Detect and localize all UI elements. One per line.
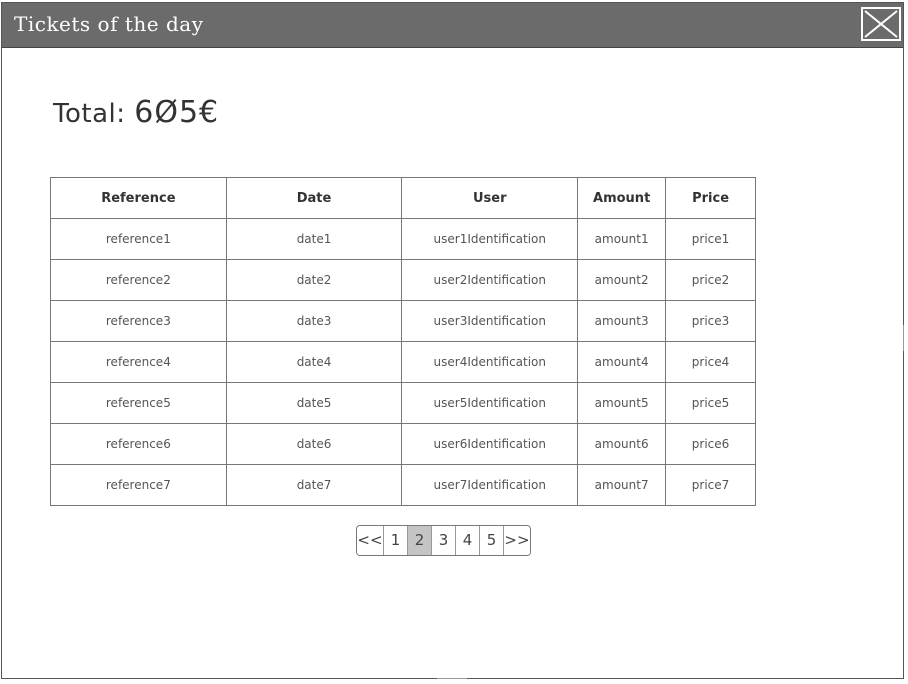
cell-amount: amount6 bbox=[577, 423, 667, 465]
cell-amount: amount7 bbox=[577, 464, 667, 506]
close-button[interactable] bbox=[861, 7, 901, 41]
table-header-row: Reference Date User Amount Price bbox=[50, 177, 756, 219]
cell-user: user4Identification bbox=[401, 341, 579, 383]
cell-price: price6 bbox=[665, 423, 756, 465]
cell-user: user7Identification bbox=[401, 464, 579, 506]
column-header-reference[interactable]: Reference bbox=[50, 177, 227, 219]
cell-user: user6Identification bbox=[401, 423, 579, 465]
cell-date: date4 bbox=[225, 341, 403, 383]
table-row[interactable]: reference2 date2 user2Identification amo… bbox=[50, 259, 756, 301]
cell-date: date5 bbox=[225, 382, 403, 424]
cell-reference: reference7 bbox=[50, 464, 227, 506]
table-row[interactable]: reference6 date6 user6Identification amo… bbox=[50, 423, 756, 465]
resize-handle-right[interactable] bbox=[903, 325, 908, 351]
cell-reference: reference3 bbox=[50, 300, 227, 342]
column-header-amount[interactable]: Amount bbox=[577, 177, 667, 219]
total-value: 6Ø5€ bbox=[134, 95, 220, 130]
cell-price: price1 bbox=[665, 218, 756, 260]
tickets-table: Reference Date User Amount Price referen… bbox=[50, 177, 756, 506]
pagination-page-2[interactable]: 2 bbox=[408, 526, 432, 555]
cell-price: price4 bbox=[665, 341, 756, 383]
cell-reference: reference2 bbox=[50, 259, 227, 301]
cell-price: price5 bbox=[665, 382, 756, 424]
column-header-user[interactable]: User bbox=[401, 177, 579, 219]
cell-user: user1Identification bbox=[401, 218, 579, 260]
cell-reference: reference1 bbox=[50, 218, 227, 260]
cell-date: date1 bbox=[225, 218, 403, 260]
pagination-page-5[interactable]: 5 bbox=[480, 526, 504, 555]
cell-date: date6 bbox=[225, 423, 403, 465]
cell-amount: amount4 bbox=[577, 341, 667, 383]
cell-reference: reference4 bbox=[50, 341, 227, 383]
cell-user: user3Identification bbox=[401, 300, 579, 342]
pagination: << 1 2 3 4 5 >> bbox=[356, 525, 531, 556]
pagination-page-3[interactable]: 3 bbox=[432, 526, 456, 555]
total-summary: Total: 6Ø5€ bbox=[53, 95, 219, 130]
cell-amount: amount5 bbox=[577, 382, 667, 424]
tickets-window: Tickets of the day Total: 6Ø5€ Reference… bbox=[1, 2, 904, 679]
cell-reference: reference6 bbox=[50, 423, 227, 465]
total-label: Total: bbox=[53, 99, 126, 129]
title-bar: Tickets of the day bbox=[2, 3, 903, 48]
cell-reference: reference5 bbox=[50, 382, 227, 424]
cell-amount: amount3 bbox=[577, 300, 667, 342]
pagination-page-4[interactable]: 4 bbox=[456, 526, 480, 555]
cell-amount: amount1 bbox=[577, 218, 667, 260]
table-row[interactable]: reference4 date4 user4Identification amo… bbox=[50, 341, 756, 383]
cell-amount: amount2 bbox=[577, 259, 667, 301]
column-header-date[interactable]: Date bbox=[225, 177, 403, 219]
column-header-price[interactable]: Price bbox=[665, 177, 756, 219]
cell-price: price7 bbox=[665, 464, 756, 506]
cell-date: date3 bbox=[225, 300, 403, 342]
pagination-next-button[interactable]: >> bbox=[504, 526, 530, 555]
cell-user: user2Identification bbox=[401, 259, 579, 301]
pagination-page-1[interactable]: 1 bbox=[384, 526, 408, 555]
resize-handle-bottom[interactable] bbox=[437, 678, 467, 684]
cell-date: date7 bbox=[225, 464, 403, 506]
window-title: Tickets of the day bbox=[14, 12, 204, 36]
cell-user: user5Identification bbox=[401, 382, 579, 424]
pagination-prev-button[interactable]: << bbox=[357, 526, 384, 555]
cell-price: price2 bbox=[665, 259, 756, 301]
table-row[interactable]: reference1 date1 user1Identification amo… bbox=[50, 218, 756, 260]
cell-price: price3 bbox=[665, 300, 756, 342]
cell-date: date2 bbox=[225, 259, 403, 301]
table-row[interactable]: reference5 date5 user5Identification amo… bbox=[50, 382, 756, 424]
close-icon bbox=[864, 10, 898, 38]
table-row[interactable]: reference7 date7 user7Identification amo… bbox=[50, 464, 756, 506]
table-row[interactable]: reference3 date3 user3Identification amo… bbox=[50, 300, 756, 342]
